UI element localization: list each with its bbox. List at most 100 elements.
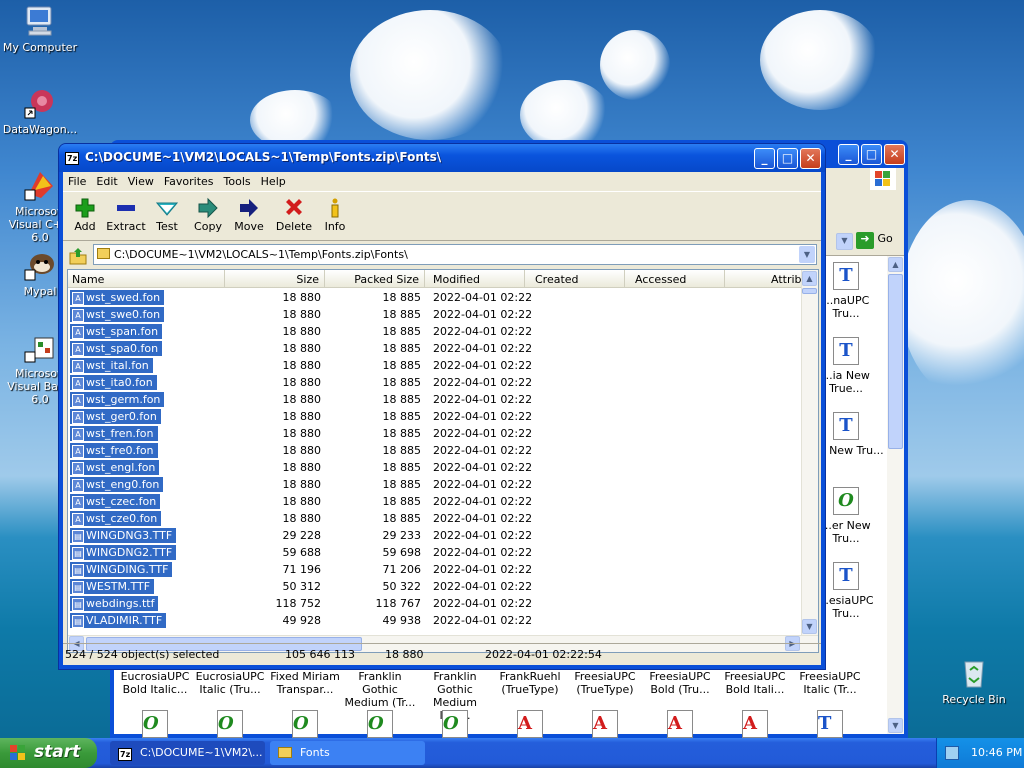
vertical-scrollbar[interactable]: ▲ ▼ xyxy=(801,270,818,635)
menu-edit[interactable]: Edit xyxy=(91,172,122,188)
scroll-down-icon[interactable]: ▼ xyxy=(802,619,817,634)
file-name[interactable]: Awst_fre0.fon xyxy=(70,443,158,458)
scroll-up-icon[interactable]: ▲ xyxy=(802,271,817,286)
opentype-font-icon[interactable]: O xyxy=(217,710,243,738)
file-name[interactable]: ▤ WINGDING.TTF xyxy=(70,562,173,577)
bg-maximize-button[interactable]: □ xyxy=(861,144,882,165)
info-button[interactable]: Info xyxy=(313,197,357,233)
file-name[interactable]: Awst_span.fon xyxy=(70,324,163,339)
scroll-down-icon[interactable]: ▼ xyxy=(888,718,903,733)
start-button[interactable]: start xyxy=(0,738,97,768)
file-name[interactable]: ▤ WESTM.TTF xyxy=(70,579,155,594)
scroll-thumb[interactable] xyxy=(888,274,903,449)
file-name[interactable]: Awst_ita0.fon xyxy=(70,375,157,390)
table-row[interactable]: ▤ VLADIMIR.TTF 49 928 49 938 2022-04-01 02:2… xyxy=(68,612,803,629)
menu-favorites[interactable]: Favorites xyxy=(159,172,219,188)
file-name[interactable]: ▤ webdings.ttf xyxy=(70,596,159,611)
font-file-item[interactable]: EucrosiaUPC Italic (Tru... xyxy=(192,670,268,696)
address-dropdown-icon[interactable]: ▼ xyxy=(799,246,815,263)
truetype-font-icon[interactable]: T xyxy=(817,710,843,738)
bg-minimize-button[interactable]: _ xyxy=(838,144,859,165)
bg-close-button[interactable]: ✕ xyxy=(884,144,905,165)
table-row[interactable]: Awst_cze0.fon 18 880 18 885 2022-04-01 02:2… xyxy=(68,510,803,527)
file-name[interactable]: Awst_eng0.fon xyxy=(70,477,164,492)
font-file-icon[interactable]: A xyxy=(592,710,618,738)
table-row[interactable]: ▤ WESTM.TTF 50 312 50 322 2022-04-01 02:22 xyxy=(68,578,803,595)
table-row[interactable]: ▤ WINGDNG3.TTF 29 228 29 233 2022-04-01 02:2… xyxy=(68,527,803,544)
file-name[interactable]: Awst_swe0.fon xyxy=(70,307,165,322)
copy-button[interactable]: Copy xyxy=(186,197,230,233)
font-file-icon[interactable]: A xyxy=(742,710,768,738)
opentype-font-icon[interactable]: O xyxy=(367,710,393,738)
close-button[interactable]: ✕ xyxy=(800,148,821,169)
file-name[interactable]: Awst_engl.fon xyxy=(70,460,160,475)
file-name[interactable]: Awst_fren.fon xyxy=(70,426,158,441)
table-row[interactable]: Awst_ita0.fon 18 880 18 885 2022-04-01 02:2… xyxy=(68,374,803,391)
column-packed-size[interactable]: Packed Size xyxy=(325,270,425,288)
font-file-item[interactable]: FreesiaUPC Italic (Tr... xyxy=(792,670,868,696)
network-icon[interactable] xyxy=(945,746,959,760)
add-button[interactable]: Add xyxy=(63,197,107,233)
table-row[interactable]: Awst_eng0.fon 18 880 18 885 2022-04-01 02:2… xyxy=(68,476,803,493)
file-name[interactable]: Awst_germ.fon xyxy=(70,392,165,407)
table-row[interactable]: Awst_czec.fon 18 880 18 885 2022-04-01 02:2… xyxy=(68,493,803,510)
file-name[interactable]: Awst_ger0.fon xyxy=(70,409,161,424)
table-row[interactable]: ▤ webdings.ttf 118 752 118 767 2022-04-01 02… xyxy=(68,595,803,612)
scroll-thumb[interactable] xyxy=(802,288,817,294)
font-file-item[interactable]: Fixed Miriam Transpar... xyxy=(267,670,343,696)
file-name[interactable]: Awst_swed.fon xyxy=(70,290,165,305)
menu-tools[interactable]: Tools xyxy=(219,172,256,188)
opentype-font-icon[interactable]: O xyxy=(142,710,168,738)
table-row[interactable]: Awst_fren.fon 18 880 18 885 2022-04-01 02:2… xyxy=(68,425,803,442)
file-name[interactable]: ▤ VLADIMIR.TTF xyxy=(70,613,167,628)
minimize-button[interactable]: _ xyxy=(754,148,775,169)
column-name[interactable]: Name xyxy=(68,270,225,288)
table-row[interactable]: Awst_swe0.fon 18 880 18 885 2022-04-01 02:2… xyxy=(68,306,803,323)
table-row[interactable]: ▤ WINGDING.TTF 71 196 71 206 2022-04-01 02:2… xyxy=(68,561,803,578)
move-button[interactable]: Move xyxy=(227,197,271,233)
maximize-button[interactable]: □ xyxy=(777,148,798,169)
table-row[interactable]: Awst_engl.fon 18 880 18 885 2022-04-01 02:2… xyxy=(68,459,803,476)
7zip-file-manager-window[interactable]: 7z C:\DOCUME~1\VM2\LOCALS~1\Temp\Fonts.z… xyxy=(58,143,826,670)
font-file-item[interactable]: FreesiaUPC Bold (Tru... xyxy=(642,670,718,696)
desktop-icon-recycle-bin[interactable]: Recycle Bin xyxy=(934,656,1014,706)
test-button[interactable]: Test xyxy=(145,197,189,233)
file-list[interactable]: Name Size Packed Size Modified Created A… xyxy=(67,269,819,653)
table-row[interactable]: Awst_swed.fon 18 880 18 885 2022-04-01 02:2… xyxy=(68,289,803,306)
address-input[interactable]: C:\DOCUME~1\VM2\LOCALS~1\Temp\Fonts.zip\… xyxy=(93,244,817,265)
delete-button[interactable]: Delete xyxy=(272,197,316,233)
table-row[interactable]: Awst_fre0.fon 18 880 18 885 2022-04-01 02:2… xyxy=(68,442,803,459)
taskbar-item-fonts[interactable]: Fonts xyxy=(270,741,425,765)
table-row[interactable]: Awst_ger0.fon 18 880 18 885 2022-04-01 02:2… xyxy=(68,408,803,425)
address-dropdown-icon[interactable]: ▼ xyxy=(836,233,853,250)
up-folder-icon[interactable] xyxy=(67,244,89,266)
column-modified[interactable]: Modified xyxy=(425,270,525,288)
go-button[interactable]: ➜ Go xyxy=(856,232,896,251)
menu-file[interactable]: File xyxy=(63,172,91,188)
table-row[interactable]: Awst_ital.fon 18 880 18 885 2022-04-01 02:2… xyxy=(68,357,803,374)
column-size[interactable]: Size xyxy=(225,270,325,288)
extract-button[interactable]: Extract xyxy=(104,197,148,233)
file-name[interactable]: Awst_czec.fon xyxy=(70,494,161,509)
desktop-icon-my-computer[interactable]: My Computer xyxy=(0,4,80,54)
clock[interactable]: 10:46 PM xyxy=(971,746,1022,759)
font-file-item[interactable]: FreesiaUPC (TrueType) xyxy=(567,670,643,696)
font-file-item[interactable]: FrankRuehl (TrueType) xyxy=(492,670,568,696)
font-file-icon[interactable]: A xyxy=(517,710,543,738)
file-name[interactable]: Awst_ital.fon xyxy=(70,358,153,373)
column-created[interactable]: Created xyxy=(525,270,625,288)
table-row[interactable]: ▤ WINGDNG2.TTF 59 688 59 698 2022-04-01 02:2… xyxy=(68,544,803,561)
title-bar[interactable]: 7z C:\DOCUME~1\VM2\LOCALS~1\Temp\Fonts.z… xyxy=(59,144,825,172)
table-row[interactable]: Awst_germ.fon 18 880 18 885 2022-04-01 02:2… xyxy=(68,391,803,408)
opentype-font-icon[interactable]: O xyxy=(292,710,318,738)
desktop-icon-datawagon[interactable]: DataWagon... xyxy=(0,86,80,136)
font-file-item[interactable]: EucrosiaUPC Bold Italic... xyxy=(117,670,193,696)
file-name[interactable]: Awst_cze0.fon xyxy=(70,511,162,526)
bg-vertical-scrollbar[interactable]: ▲ ▼ xyxy=(887,256,904,734)
scroll-up-icon[interactable]: ▲ xyxy=(888,257,903,272)
file-name[interactable]: Awst_spa0.fon xyxy=(70,341,163,356)
font-file-item[interactable]: FreesiaUPC Bold Itali... xyxy=(717,670,793,696)
table-row[interactable]: Awst_span.fon 18 880 18 885 2022-04-01 02:2… xyxy=(68,323,803,340)
font-file-icon[interactable]: A xyxy=(667,710,693,738)
taskbar-item-7zip[interactable]: 7z C:\DOCUME~1\VM2\... xyxy=(110,741,265,765)
